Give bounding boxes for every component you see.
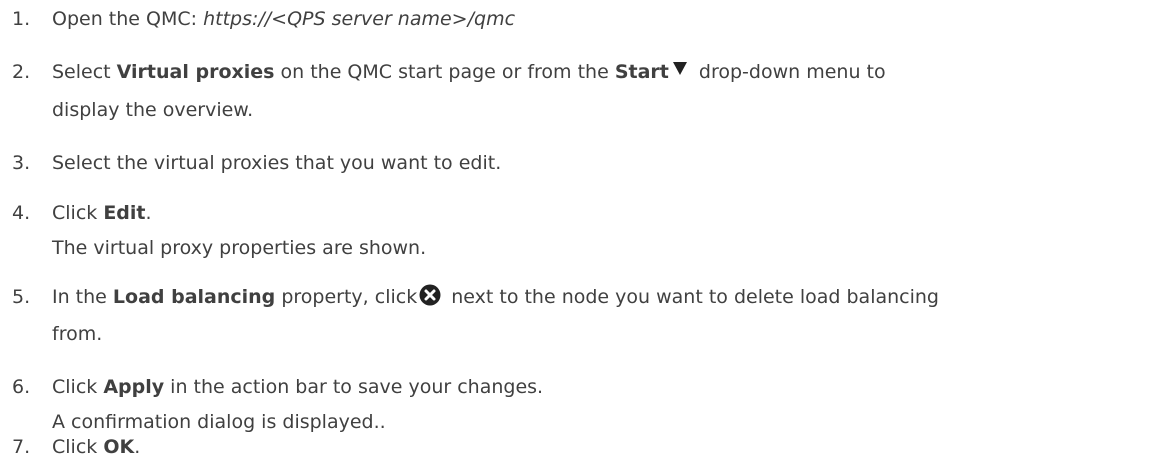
step-2-line-2: display the overview. — [52, 99, 254, 121]
step-7-text-a: Click — [52, 436, 104, 458]
step-4-text-b: . — [145, 202, 152, 224]
start-menu-label: Start — [614, 61, 669, 83]
step-2-text-b: on the QMC start page or from the — [274, 61, 615, 83]
step-6-line-1: Click Apply in the action bar to save yo… — [52, 373, 543, 401]
step-3-number: 3. — [12, 152, 31, 174]
step-4-text-a: Click — [52, 202, 104, 224]
triangle-down-icon — [672, 62, 687, 75]
step-6-text-b: in the action bar to save your changes. — [164, 376, 544, 398]
step-6-number: 6. — [12, 376, 31, 398]
load-balancing-label: Load balancing — [112, 286, 276, 308]
qmc-url: https://<QPS server name>/qmc — [203, 8, 516, 30]
apply-label: Apply — [103, 376, 165, 398]
ok-label: OK — [103, 436, 135, 458]
step-4-line-1: Click Edit. — [52, 199, 152, 227]
step-5-text-b: property, click — [275, 286, 418, 308]
instruction-steps: 1. Open the QMC: https://<QPS server nam… — [0, 0, 1169, 461]
step-5-text-a: In the — [52, 286, 113, 308]
step-5-line-2: from. — [52, 323, 103, 345]
step-5-number: 5. — [12, 286, 31, 308]
step-4-number: 4. — [12, 202, 31, 224]
step-7-line: Click OK. — [52, 433, 140, 461]
step-1-text: Open the QMC: — [52, 8, 204, 30]
step-2-line-1: Select Virtual proxies on the QMC start … — [52, 58, 886, 86]
step-2-text-a: Select — [52, 61, 117, 83]
step-2-number: 2. — [12, 61, 31, 83]
delete-circle-icon — [419, 284, 441, 306]
step-7-number: 7. — [12, 436, 31, 458]
step-6-text-a: Click — [52, 376, 104, 398]
edit-label: Edit — [103, 202, 146, 224]
step-7-text-b: . — [134, 436, 141, 458]
step-2-text-c: drop-down menu to — [692, 61, 886, 83]
step-5-line-1: In the Load balancing property, click ne… — [52, 283, 939, 311]
step-5-text-c: next to the node you want to delete load… — [445, 286, 939, 308]
step-1-number: 1. — [12, 8, 31, 30]
step-1-line: Open the QMC: https://<QPS server name>/… — [52, 5, 515, 33]
step-4-line-2: The virtual proxy properties are shown. — [52, 237, 427, 259]
virtual-proxies-label: Virtual proxies — [116, 61, 275, 83]
step-6-line-2: A confirmation dialog is displayed.. — [52, 411, 386, 433]
step-3-line: Select the virtual proxies that you want… — [52, 152, 502, 174]
